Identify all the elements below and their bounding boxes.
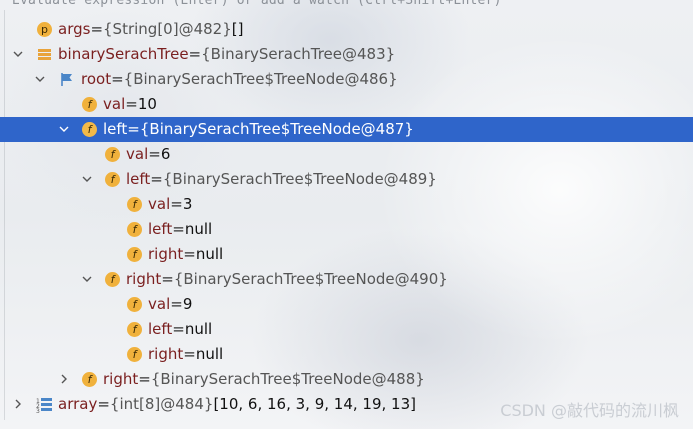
tree-row-right[interactable]: f right = {BinarySerachTree$TreeNode@490… bbox=[0, 267, 693, 292]
var-name: right bbox=[148, 245, 184, 263]
chevron-down-icon[interactable] bbox=[80, 272, 94, 286]
field-icon: f bbox=[126, 221, 143, 238]
svg-text:3: 3 bbox=[36, 408, 40, 413]
equals: = bbox=[138, 370, 151, 388]
chevron-right-icon[interactable] bbox=[11, 397, 25, 411]
equals: = bbox=[90, 20, 104, 38]
field-icon: f bbox=[81, 121, 98, 138]
variables-tree: p args = {String[0]@482} [] binarySerach… bbox=[0, 17, 693, 417]
equals: = bbox=[172, 320, 185, 338]
var-value: null bbox=[184, 220, 213, 238]
array-icon: 1 2 3 bbox=[36, 396, 53, 413]
tree-row-right[interactable]: f right = null bbox=[0, 242, 693, 267]
var-value: null bbox=[195, 245, 224, 263]
local-variable-icon bbox=[36, 46, 53, 63]
field-icon: f bbox=[81, 96, 98, 113]
var-extra: [10, 6, 16, 3, 9, 14, 19, 13] bbox=[213, 395, 416, 413]
var-name: args bbox=[58, 20, 91, 38]
field-icon: f bbox=[126, 246, 143, 263]
var-extra: [] bbox=[231, 20, 244, 38]
chevron-right-icon[interactable] bbox=[57, 372, 71, 386]
field-icon: f bbox=[104, 146, 121, 163]
var-value: {BinarySerachTree$TreeNode@486} bbox=[123, 70, 398, 88]
field-icon: f bbox=[126, 296, 143, 313]
equals: = bbox=[170, 195, 183, 213]
equals: = bbox=[127, 120, 140, 138]
tree-row-val[interactable]: f val = 3 bbox=[0, 192, 693, 217]
var-value: null bbox=[195, 345, 224, 363]
var-value: 3 bbox=[182, 195, 193, 213]
var-value: {int[8]@484} bbox=[109, 395, 214, 413]
var-value: {BinarySerachTree@483} bbox=[201, 45, 396, 63]
equals: = bbox=[188, 45, 202, 63]
var-name: binarySerachTree bbox=[58, 45, 189, 63]
var-name: left bbox=[148, 320, 173, 338]
field-icon: f bbox=[126, 346, 143, 363]
var-name: left bbox=[148, 220, 173, 238]
tree-row-left[interactable]: f left = null bbox=[0, 217, 693, 242]
tree-row-right[interactable]: f right = {BinarySerachTree$TreeNode@488… bbox=[0, 367, 693, 392]
var-value: 10 bbox=[137, 95, 157, 113]
var-value: {BinarySerachTree$TreeNode@489} bbox=[162, 170, 437, 188]
chevron-down-icon[interactable] bbox=[33, 72, 47, 86]
tree-row-args[interactable]: p args = {String[0]@482} [] bbox=[0, 17, 693, 42]
field-icon: f bbox=[126, 196, 143, 213]
var-name: left bbox=[103, 120, 128, 138]
equals: = bbox=[183, 245, 196, 263]
tree-row-left-selected[interactable]: f left = {BinarySerachTree$TreeNode@487} bbox=[0, 117, 693, 142]
evaluate-expression-prompt[interactable]: Evaluate expression (Enter) or add a wat… bbox=[12, 0, 502, 9]
var-name: array bbox=[58, 395, 98, 413]
tree-row-val[interactable]: f val = 6 bbox=[0, 142, 693, 167]
equals: = bbox=[170, 295, 183, 313]
var-value: {BinarySerachTree$TreeNode@488} bbox=[150, 370, 425, 388]
var-name: val bbox=[148, 295, 171, 313]
equals: = bbox=[150, 170, 163, 188]
field-icon: f bbox=[104, 171, 121, 188]
var-value: {String[0]@482} bbox=[103, 20, 232, 38]
chevron-down-icon[interactable] bbox=[11, 47, 25, 61]
var-name: left bbox=[126, 170, 151, 188]
tree-row-left[interactable]: f left = null bbox=[0, 317, 693, 342]
field-icon: f bbox=[81, 371, 98, 388]
tree-row-val[interactable]: f val = 9 bbox=[0, 292, 693, 317]
var-value: 6 bbox=[160, 145, 171, 163]
var-value: null bbox=[184, 320, 213, 338]
var-value: {BinarySerachTree$TreeNode@490} bbox=[173, 270, 448, 288]
var-value: 9 bbox=[182, 295, 193, 313]
tree-row-right[interactable]: f right = null bbox=[0, 342, 693, 367]
parameter-icon: p bbox=[36, 21, 53, 38]
var-name: right bbox=[103, 370, 139, 388]
equals: = bbox=[111, 70, 124, 88]
var-name: root bbox=[81, 70, 112, 88]
equals: = bbox=[183, 345, 196, 363]
equals: = bbox=[161, 270, 174, 288]
chevron-down-icon[interactable] bbox=[80, 172, 94, 186]
watermark: CSDN @敲代码的流川枫 bbox=[500, 401, 679, 420]
var-name: val bbox=[126, 145, 149, 163]
var-value: {BinarySerachTree$TreeNode@487} bbox=[139, 120, 414, 138]
var-name: val bbox=[103, 95, 126, 113]
equals: = bbox=[97, 395, 110, 413]
chevron-down-icon[interactable] bbox=[57, 122, 71, 136]
tree-row-root[interactable]: root = {BinarySerachTree$TreeNode@486} bbox=[0, 67, 693, 92]
field-icon: f bbox=[126, 321, 143, 338]
var-name: right bbox=[148, 345, 184, 363]
tree-row-val[interactable]: f val = 10 bbox=[0, 92, 693, 117]
var-name: val bbox=[148, 195, 171, 213]
field-icon: f bbox=[104, 271, 121, 288]
flag-icon bbox=[58, 71, 75, 88]
tree-row-binarySerachTree[interactable]: binarySerachTree = {BinarySerachTree@483… bbox=[0, 42, 693, 67]
equals: = bbox=[148, 145, 161, 163]
tree-row-left[interactable]: f left = {BinarySerachTree$TreeNode@489} bbox=[0, 167, 693, 192]
equals: = bbox=[172, 220, 185, 238]
equals: = bbox=[125, 95, 138, 113]
var-name: right bbox=[126, 270, 162, 288]
